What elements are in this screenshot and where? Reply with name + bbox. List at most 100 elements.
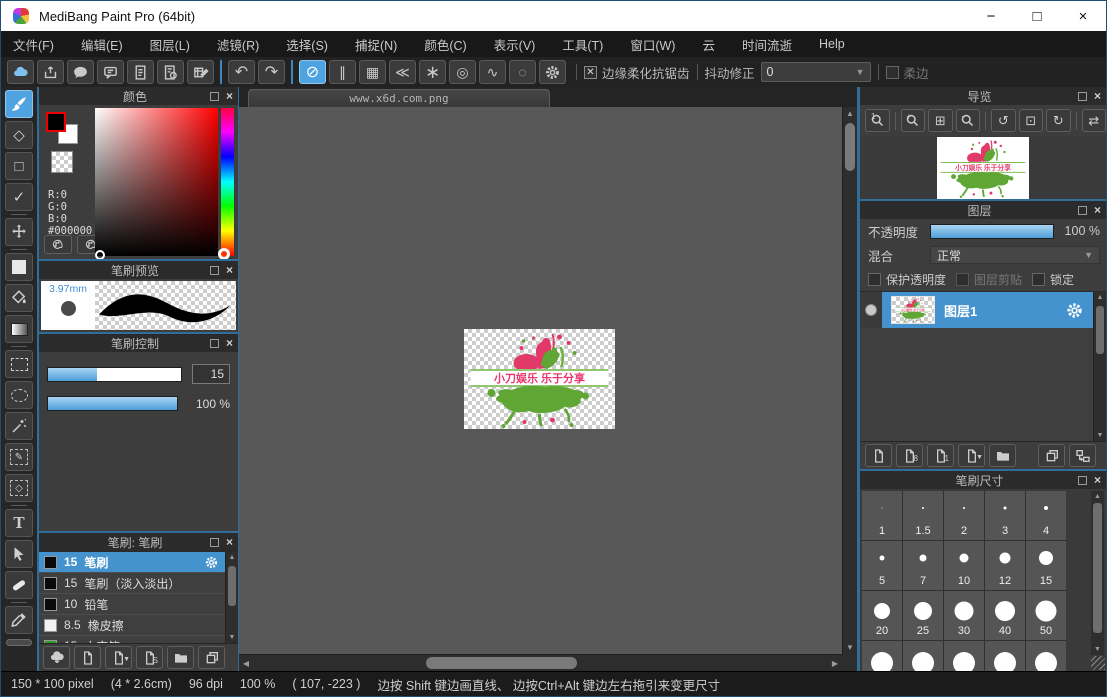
popout-icon[interactable] [1078,476,1087,485]
close-icon[interactable]: × [226,336,233,350]
stabilizer-dropdown[interactable]: 0 ▼ [761,62,871,82]
brush-size-cell[interactable]: 50 [1026,591,1066,640]
scroll-left-icon[interactable]: ◀ [239,655,253,671]
brush-size-cell[interactable]: 40 [985,591,1025,640]
select-pen-tool[interactable]: ✎ [5,443,33,471]
saturation-value-picker[interactable] [95,108,218,256]
brush-cloud-download-button[interactable] [43,646,70,669]
popout-icon[interactable] [210,266,219,275]
scrollbar-thumb[interactable] [426,657,577,669]
brush-size-scrollbar[interactable]: ▲ ▼ [1091,491,1104,655]
bucket-tool[interactable] [5,284,33,312]
gradient-tool[interactable] [5,315,33,343]
merge-layer-button[interactable] [1069,444,1096,467]
protect-alpha-checkbox[interactable]: x 保护透明度 [868,271,946,288]
snap-ellipse-button[interactable]: ◌ [509,60,536,84]
comment-bubble-button[interactable] [67,60,94,84]
canvas-horizontal-scrollbar[interactable]: ◀ ▶ [239,654,842,671]
brush-list-item[interactable]: 15 中空笔 [39,636,225,643]
snap-vanishing-point-button[interactable]: ≪ [389,60,416,84]
lasso-tool[interactable] [5,381,33,409]
brush-size-cell[interactable]: 20 [862,591,902,640]
brush-list-scrollbar[interactable]: ▲ ▼ [225,552,238,643]
brush-size-cell[interactable] [903,641,943,671]
menu-select[interactable]: 选择(S) [286,35,328,54]
brush-size-cell[interactable]: 1 [862,491,902,540]
new-folder-button[interactable] [989,444,1016,467]
chat-bubble-button[interactable] [97,60,124,84]
hue-slider[interactable] [221,108,234,256]
brush-size-cell[interactable]: 10 [944,541,984,590]
snap-off-button[interactable]: ⊘ [299,60,326,84]
close-icon[interactable]: × [1094,89,1101,103]
script-brush-button[interactable]: S [136,646,163,669]
brush-size-cell[interactable]: 4 [1026,491,1066,540]
menu-snap[interactable]: 捕捉(N) [355,35,397,54]
brush-size-cell[interactable]: 7 [903,541,943,590]
marquee-select-tool[interactable] [5,350,33,378]
redo-button[interactable]: ↷ [258,60,285,84]
snap-radial-button[interactable]: ∗ [419,60,446,84]
snap-settings-button[interactable] [539,60,566,84]
snap-grid-button[interactable]: ▦ [359,60,386,84]
brush-size-cell[interactable]: 30 [944,591,984,640]
hue-marker[interactable] [218,248,230,259]
duplicate-layer-button[interactable] [1038,444,1065,467]
divide-tool[interactable] [5,571,33,599]
popout-icon[interactable] [1078,206,1087,215]
picker-marker[interactable] [95,250,105,259]
gear-icon[interactable] [204,555,219,570]
new-1bit-layer-button[interactable]: 1 [927,444,954,467]
move-tool[interactable] [5,218,33,246]
close-icon[interactable]: × [226,89,233,103]
blend-mode-dropdown[interactable]: 正常 ▼ [930,246,1100,264]
canvas-vertical-scrollbar[interactable]: ▲ ▼ [842,107,857,654]
brush-size-cell[interactable]: 15 [1026,541,1066,590]
brush-size-value[interactable]: 15 [192,364,230,384]
menu-timelapse[interactable]: 时间流逝 [742,35,792,54]
minimize-button[interactable]: − [968,1,1014,31]
menu-tool[interactable]: 工具(T) [562,35,603,54]
snap-concentric-button[interactable]: ◎ [449,60,476,84]
undo-button[interactable]: ↶ [228,60,255,84]
scrollbar-thumb[interactable] [1093,503,1102,633]
edit-panel-button[interactable] [187,60,214,84]
popout-icon[interactable] [210,339,219,348]
scroll-down-icon[interactable]: ▼ [1094,432,1106,439]
menu-file[interactable]: 文件(F) [13,35,54,54]
close-icon[interactable]: × [226,263,233,277]
maximize-button[interactable]: □ [1014,1,1060,31]
brush-size-cell[interactable]: 25 [903,591,943,640]
layer-list-scrollbar[interactable]: ▲ ▼ [1093,292,1106,441]
brush-size-cell[interactable] [862,641,902,671]
layer-visibility-toggle[interactable] [860,292,882,328]
scrollbar-thumb[interactable] [845,123,855,171]
add-layer-menu-button[interactable]: ▼ [958,444,985,467]
fill-rect-tool[interactable] [5,253,33,281]
shape-tool[interactable]: □ [5,152,33,180]
flip-horizontal-button[interactable]: ⇄ [1082,109,1106,132]
menu-edit[interactable]: 编辑(E) [81,35,123,54]
document-tab[interactable]: www.x6d.com.png [248,89,550,107]
brush-size-cell[interactable]: 5 [862,541,902,590]
brush-size-cell[interactable] [944,641,984,671]
menu-cloud[interactable]: 云 [702,35,715,54]
document-button[interactable] [127,60,154,84]
clipping-checkbox[interactable]: x 图层剪贴 [956,271,1022,288]
canvas-viewport[interactable]: ▲ ▼ ◀ ▶ [239,107,857,671]
brush-tool[interactable] [5,90,33,118]
panel-resize-grip[interactable] [1091,656,1105,670]
scroll-up-icon[interactable]: ▲ [226,554,238,561]
menu-window[interactable]: 窗口(W) [630,35,675,54]
eyedropper-tool[interactable] [5,606,33,634]
brush-opacity-slider[interactable] [47,396,178,411]
control-point-tool[interactable]: ✓ [5,183,33,211]
scroll-up-icon[interactable]: ▲ [1091,493,1104,500]
soft-edge-checkbox[interactable]: x [886,66,899,79]
menu-layer[interactable]: 图层(L) [150,35,190,54]
scroll-down-icon[interactable]: ▼ [843,643,857,652]
popout-icon[interactable] [210,92,219,101]
close-icon[interactable]: × [226,535,233,549]
navigator-thumbnail[interactable] [937,137,1029,199]
document-settings-button[interactable] [157,60,184,84]
